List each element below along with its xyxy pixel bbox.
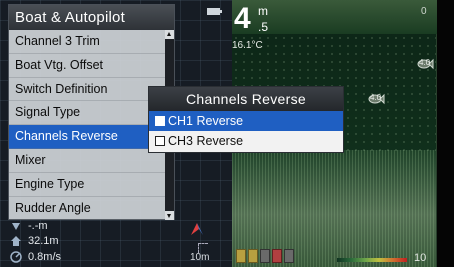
depth-scale-strip	[437, 0, 454, 267]
depth-readout-integer: 4	[234, 2, 251, 35]
status-row-distance: 32.1m	[10, 235, 59, 247]
menu-item-signal-type[interactable]: Signal Type	[9, 101, 167, 126]
menu-item-engine-type[interactable]: Engine Type	[9, 173, 167, 197]
map-scale-label: 10m	[190, 252, 210, 263]
battery-icon	[207, 8, 222, 15]
menu-item-boat-vtg-offset[interactable]: Boat Vtg. Offset	[9, 54, 167, 78]
scroll-down-icon[interactable]	[165, 211, 174, 220]
water-temperature: 16.1°C	[232, 40, 263, 51]
status-row-speed: 0.8m/s	[10, 251, 61, 263]
menu-item-rudder-angle[interactable]: Rudder Angle	[9, 197, 167, 221]
sonar-toolbar	[236, 249, 294, 263]
boat-position-icon	[191, 223, 203, 235]
status-row-depth: -.-m	[10, 220, 48, 232]
channels-reverse-dialog: Channels Reverse CH1 Reverse CH3 Reverse	[148, 86, 344, 153]
sonar-color-scale	[337, 258, 407, 262]
status-speed-value: 0.8m/s	[28, 251, 62, 263]
option-ch3-reverse[interactable]: CH3 Reverse	[149, 131, 343, 151]
dialog-title: Channels Reverse	[149, 87, 343, 111]
option-label: CH1 Reverse	[168, 114, 244, 128]
menu-item-mixer[interactable]: Mixer	[9, 149, 167, 173]
menu-title: Boat & Autopilot	[9, 5, 174, 30]
ch1-reverse-checkbox[interactable]	[155, 116, 165, 126]
status-distance-value: 32.1m	[28, 235, 59, 247]
scroll-up-icon[interactable]	[165, 30, 174, 39]
layer-icon[interactable]	[248, 249, 258, 263]
menu-item-switch-definition[interactable]: Switch Definition	[9, 78, 167, 102]
mode-icon[interactable]	[284, 249, 294, 263]
layer-icon[interactable]	[236, 249, 246, 263]
depth-readout-decimal: .5	[258, 20, 269, 34]
ch3-reverse-checkbox[interactable]	[155, 136, 165, 146]
fish-depth-label: 4.0	[370, 93, 382, 102]
menu-item-channels-reverse[interactable]: Channels Reverse	[9, 125, 167, 149]
option-ch1-reverse[interactable]: CH1 Reverse	[149, 111, 343, 131]
status-depth-value: -.-m	[28, 220, 48, 232]
depth-scale-bottom: 10	[414, 252, 427, 264]
speed-icon	[10, 251, 22, 263]
menu-item-channel-3-trim[interactable]: Channel 3 Trim	[9, 30, 167, 54]
option-label: CH3 Reverse	[168, 134, 244, 148]
alarm-icon[interactable]	[272, 249, 282, 263]
settings-icon[interactable]	[260, 249, 270, 263]
depth-scale-top: 0	[421, 6, 427, 17]
depth-readout-unit: m	[258, 4, 268, 18]
fish-depth-label: 4.0	[419, 58, 431, 67]
depth-icon	[12, 223, 20, 230]
home-distance-icon	[11, 236, 21, 246]
